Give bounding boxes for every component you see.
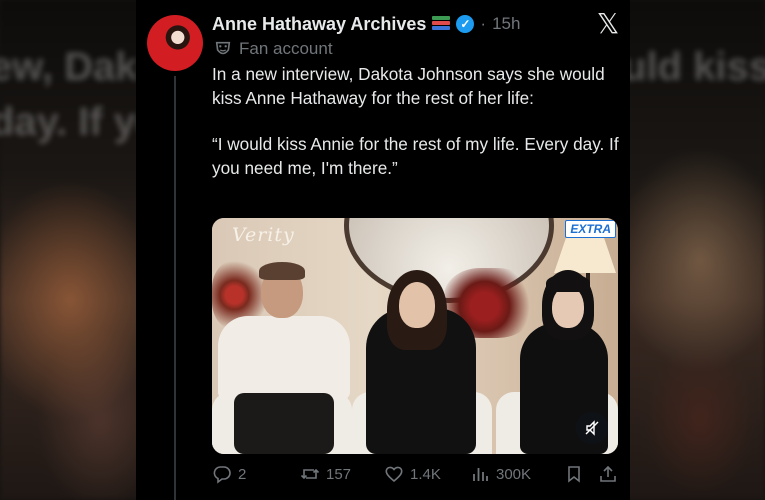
reply-icon [213, 466, 231, 484]
bookmark-icon [568, 466, 580, 483]
tweet-header: Anne Hathaway Archives ✓ · 15h [212, 12, 520, 36]
tweet-card: Anne Hathaway Archives ✓ · 15h 𝕏 Fan acc… [136, 0, 630, 500]
tweet-paragraph-2: “I would kiss Annie for the rest of my l… [212, 134, 619, 178]
share-button[interactable] [598, 460, 618, 488]
speaker-muted-icon [585, 420, 599, 436]
x-logo-icon: 𝕏 [596, 7, 620, 40]
extra-logo: EXTRA [565, 220, 616, 238]
avatar[interactable] [147, 15, 203, 71]
bookmark-button[interactable] [564, 460, 584, 488]
tweet-paragraph-1: In a new interview, Dakota Johnson says … [212, 64, 605, 108]
video-media[interactable]: Verity EXTRA [212, 218, 618, 454]
books-icon [432, 16, 451, 32]
reply-button[interactable]: 2 [212, 460, 246, 488]
time-separator: · [480, 14, 487, 33]
repost-icon [300, 468, 320, 480]
views-button[interactable]: 300K [470, 460, 531, 488]
like-count: 1.4K [410, 465, 441, 483]
like-button[interactable]: 1.4K [384, 460, 441, 488]
tweet-actions: 2 157 1.4K 300K [212, 460, 622, 488]
account-label-row: Fan account [214, 39, 333, 59]
heart-icon [385, 466, 403, 483]
repost-button[interactable]: 157 [300, 460, 351, 488]
share-icon [600, 465, 616, 482]
verified-check-icon: ✓ [456, 15, 475, 33]
views-count: 300K [496, 465, 532, 483]
account-name[interactable]: Anne Hathaway Archives [212, 14, 426, 35]
verity-watermark: Verity [232, 224, 295, 246]
repost-count: 157 [326, 465, 352, 483]
account-label: Fan account [239, 39, 333, 58]
reply-count: 2 [238, 465, 247, 483]
thread-line [174, 76, 176, 500]
tweet-text: In a new interview, Dakota Johnson says … [212, 63, 622, 180]
mute-button[interactable] [576, 412, 608, 444]
views-icon [473, 468, 488, 481]
theater-mask-icon [215, 41, 231, 55]
tweet-time[interactable]: 15h [492, 14, 520, 34]
